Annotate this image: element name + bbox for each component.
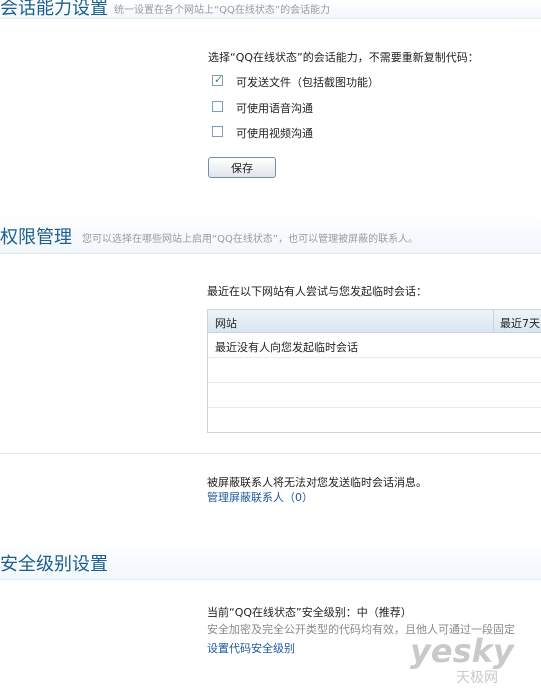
col-recent-header: 最近7天 [500,317,540,330]
ability-section-desc: 统一设置在各个网站上“QQ在线状态”的会话能力 [114,5,331,16]
divider [0,453,541,454]
ability-intro: 选择“QQ在线状态”的会话能力，不需要重新复制代码： [208,51,479,64]
voice-label[interactable]: 可使用语音沟通 [236,100,313,116]
table-row [208,383,541,408]
watermark-brand: yesky [410,632,515,670]
checkmark-icon: ✓ [214,73,224,86]
table-row [208,358,541,383]
watermark-sub: 天极网 [456,670,498,686]
column-divider [493,310,494,332]
video-label[interactable]: 可使用视频沟通 [236,125,313,141]
security-current: 当前“QQ在线状态”安全级别：中（推荐） [207,606,412,619]
permission-section-title: 权限管理 [0,227,72,248]
manage-blocked-link[interactable]: 管理屏蔽联系人（0） [207,489,313,505]
col-site-header: 网站 [215,317,237,330]
save-button[interactable]: 保存 [208,157,276,178]
blocked-note: 被屏蔽联系人将无法对您发送临时会话消息。 [207,476,427,489]
security-section-header: 安全级别设置 [0,539,541,580]
permission-intro: 最近在以下网站有人尝试与您发起临时会话： [207,285,427,298]
voice-checkbox[interactable] [212,101,223,112]
recent-sites-table: 网站 最近7天 最近没有人向您发起临时会话 [207,309,541,433]
table-cell: 最近没有人向您发起临时会话 [215,341,358,354]
send-file-checkbox[interactable]: ✓ [212,73,224,86]
table-header: 网站 最近7天 [208,310,541,333]
ability-section-header: 会话能力设置 统一设置在各个网站上“QQ在线状态”的会话能力 [0,0,541,19]
send-file-label[interactable]: 可发送文件（包括截图功能） [236,74,379,90]
table-row: 最近没有人向您发起临时会话 [208,333,541,358]
yesky-watermark-logo: yesky 天极网 [410,632,515,686]
permission-section-header: 权限管理 您可以选择在哪些网站上启用“QQ在线状态”，也可以管理被屏蔽的联系人。 [0,211,541,254]
ability-section-title: 会话能力设置 [0,0,108,19]
security-section-title: 安全级别设置 [0,554,108,575]
table-row [208,408,541,432]
security-level-link[interactable]: 设置代码安全级别 [207,640,295,656]
video-checkbox[interactable] [212,126,223,137]
permission-section-desc: 您可以选择在哪些网站上启用“QQ在线状态”，也可以管理被屏蔽的联系人。 [82,234,419,245]
